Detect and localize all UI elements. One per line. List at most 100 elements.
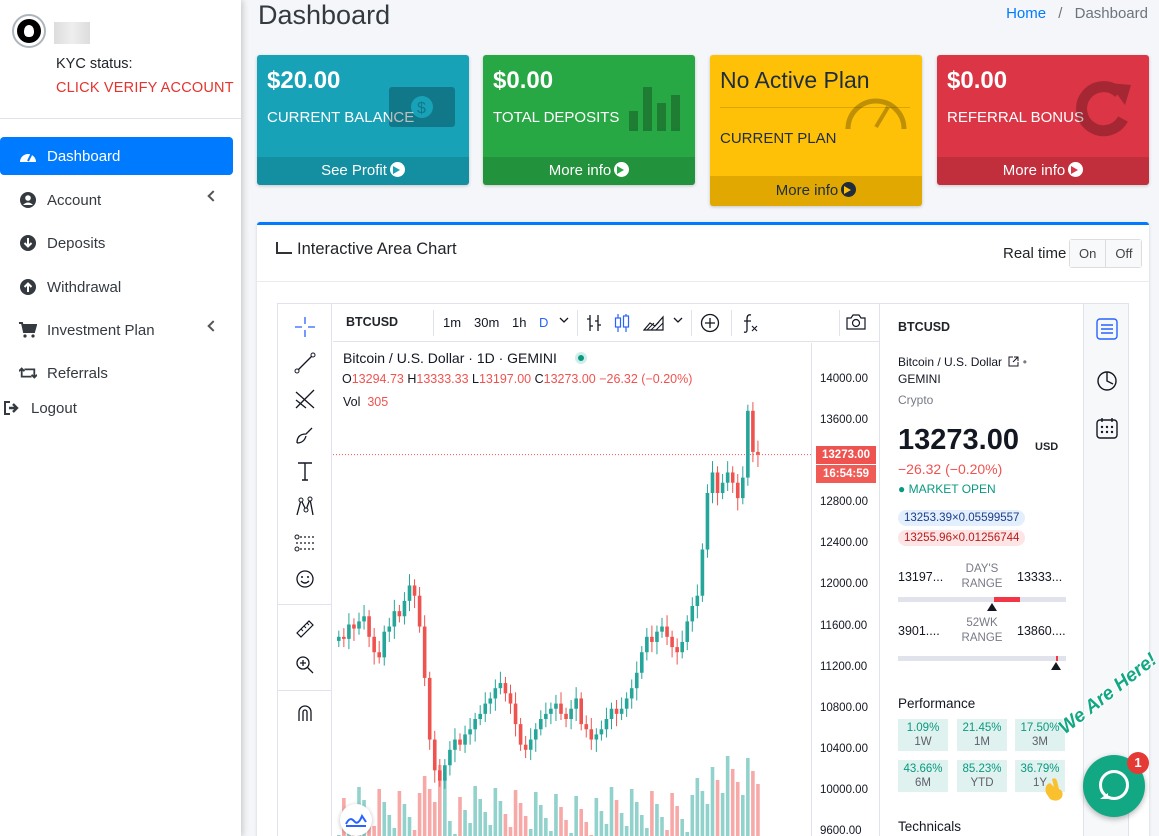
candle-body: [604, 719, 609, 730]
sidebar-item-dashboard[interactable]: Dashboard: [0, 137, 233, 175]
volume-bar: [619, 813, 624, 836]
candle-body: [569, 708, 573, 719]
sidebar-item-label: Withdrawal: [47, 278, 122, 296]
sidebar-item-referrals[interactable]: Referrals: [0, 354, 233, 392]
verify-account-link[interactable]: CLICK VERIFY ACCOUNT: [56, 80, 234, 96]
card-divider: [257, 281, 1149, 282]
pattern-tool-icon[interactable]: [292, 494, 318, 520]
deposits-more-info-link[interactable]: More info: [483, 157, 695, 185]
trend-line-icon[interactable]: [292, 350, 318, 376]
volume-bar: [751, 771, 755, 836]
bar-style-icon[interactable]: [585, 313, 603, 336]
tradingview-logo-icon[interactable]: [340, 804, 372, 836]
fib-tool-icon[interactable]: [292, 386, 318, 412]
referral-more-info-link[interactable]: More info: [937, 157, 1149, 185]
sidebar-item-label: Dashboard: [47, 147, 121, 165]
candle-body: [650, 636, 654, 642]
info-change: −26.32 (−0.20%): [898, 461, 1003, 477]
ruler-icon[interactable]: [292, 616, 318, 642]
sidebar-item-logout[interactable]: Logout: [0, 389, 217, 427]
candle-body: [720, 482, 725, 493]
prediction-tool-icon[interactable]: [292, 530, 318, 556]
perf-period: 1M: [974, 736, 990, 748]
sidebar: KYC status: CLICK VERIFY ACCOUNT Dashboa…: [0, 0, 241, 836]
interval-1h[interactable]: 1h: [512, 315, 526, 330]
card-title: Interactive Area Chart: [276, 240, 457, 259]
volume-bar: [508, 827, 513, 836]
external-link-icon[interactable]: [1005, 355, 1019, 369]
toolbar-separator: [839, 310, 840, 336]
volume-bar: [554, 794, 558, 836]
symbol-search[interactable]: BTCUSD: [346, 315, 398, 329]
candle-body: [367, 616, 371, 637]
chevron-down-icon[interactable]: [673, 313, 683, 330]
smiley-icon[interactable]: [292, 566, 318, 592]
volume-bar: [735, 782, 740, 836]
sidebar-item-label: Account: [47, 191, 102, 209]
timer-icon[interactable]: [1091, 364, 1123, 396]
text-tool-icon[interactable]: [292, 458, 318, 484]
wk52-range-label: 52WK RANGE: [961, 617, 1003, 644]
volume-bar: [422, 776, 427, 836]
chevron-down-icon[interactable]: [559, 313, 569, 330]
candle-body: [725, 472, 730, 483]
tachometer-icon: [19, 147, 37, 165]
more-info-label: More info: [1002, 162, 1066, 179]
candle-body: [710, 472, 715, 493]
volume-bar: [624, 826, 629, 836]
details-icon[interactable]: [1091, 313, 1123, 345]
area-style-icon[interactable]: [642, 314, 665, 335]
candle-body: [665, 626, 669, 637]
wk52-range-bar: [898, 656, 1066, 661]
candle-body: [382, 631, 387, 658]
money-bill-icon: $: [389, 87, 455, 127]
camera-icon[interactable]: [845, 313, 867, 334]
candlestick-chart[interactable]: [333, 343, 811, 836]
candle-body: [513, 703, 518, 725]
plan-more-info-link[interactable]: More info: [710, 176, 922, 206]
volume-bar: [407, 817, 412, 836]
kyc-status-label: KYC status:: [56, 56, 133, 72]
realtime-off-button[interactable]: Off: [1106, 240, 1142, 267]
perf-ytd: 85.23% YTD: [957, 760, 1007, 792]
price-axis[interactable]: 14000.0013600.0013200.0012800.0012400.00…: [811, 343, 879, 836]
price-tick: 11200.00: [820, 660, 868, 673]
volume-bar: [675, 806, 679, 836]
add-indicator-icon[interactable]: [699, 312, 721, 337]
volume-bar: [574, 796, 578, 836]
volume-bar: [473, 786, 477, 836]
zoom-in-icon[interactable]: [292, 652, 318, 678]
candle-style-icon[interactable]: [613, 313, 631, 336]
interval-d[interactable]: D: [539, 315, 548, 330]
candle-body: [352, 624, 356, 629]
brush-icon[interactable]: [292, 422, 318, 448]
volume-bar: [741, 795, 745, 836]
breadcrumb-home-link[interactable]: Home: [1006, 5, 1046, 22]
candle-body: [574, 698, 578, 709]
volume-bar: [427, 789, 432, 836]
price-tick: 14000.00: [820, 373, 868, 385]
price-tick: 13600.00: [820, 414, 868, 427]
function-icon[interactable]: [739, 312, 761, 337]
avatar[interactable]: [12, 14, 46, 48]
sidebar-item-account[interactable]: Account: [0, 181, 233, 219]
candle-body: [554, 703, 558, 709]
crosshair-icon[interactable]: [292, 314, 318, 340]
sidebar-item-withdrawal[interactable]: Withdrawal: [0, 268, 233, 306]
ask-pill: 13255.96×0.01256744: [898, 530, 1026, 546]
calendar-icon[interactable]: [1091, 412, 1123, 444]
candle-body: [695, 595, 700, 606]
arrow-circle-right-icon: [614, 162, 630, 177]
sign-out-icon: [3, 399, 21, 417]
see-profit-link[interactable]: See Profit: [257, 157, 469, 185]
magnet-icon[interactable]: [292, 700, 318, 726]
interval-1m[interactable]: 1m: [443, 315, 461, 330]
realtime-on-button[interactable]: On: [1070, 240, 1107, 267]
sidebar-item-investment-plan[interactable]: Investment Plan: [0, 311, 233, 349]
candle-body: [564, 713, 568, 719]
volume-bar: [655, 804, 659, 836]
sidebar-item-deposits[interactable]: Deposits: [0, 224, 233, 262]
info-price: 13273.00: [898, 424, 1019, 456]
candle-body: [675, 647, 679, 653]
interval-30m[interactable]: 30m: [474, 315, 499, 330]
